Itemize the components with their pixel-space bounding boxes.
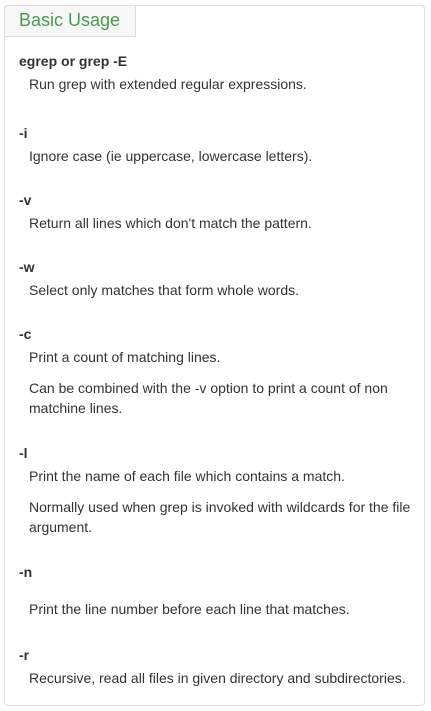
option-description: Return all lines which don't match the p… <box>29 213 312 233</box>
option-item: -w Select only matches that form whole w… <box>19 258 299 300</box>
option-description: Recursive, read all files in given direc… <box>29 668 406 688</box>
option-description-text: Print a count of matching lines. <box>29 349 221 365</box>
option-description-text: Select only matches that form whole word… <box>29 282 300 298</box>
option-description-text: Normally used when grep is invoked with … <box>29 499 411 535</box>
option-name: -i <box>19 125 28 141</box>
option-item: -c Print a count of matching lines. Can … <box>19 325 414 418</box>
option-description-text: Run grep with extended regular expressio… <box>29 76 307 92</box>
basic-usage-panel: Basic Usage egrep or grep -E Run grep wi… <box>4 5 425 706</box>
option-description: Ignore case (ie uppercase, lowercase let… <box>29 146 312 166</box>
option-description-text: Return all lines which don't match the p… <box>29 215 312 231</box>
option-item: -i Ignore case (ie uppercase, lowercase … <box>19 124 312 166</box>
option-description-text: Recursive, read all files in given direc… <box>29 670 406 686</box>
option-description: Run grep with extended regular expressio… <box>29 74 307 94</box>
option-description: Print the name of each file which contai… <box>29 466 414 537</box>
option-description: Print a count of matching lines. Can be … <box>29 347 414 418</box>
option-name: -c <box>19 326 32 342</box>
option-item: -r Recursive, read all files in given di… <box>19 646 406 688</box>
option-name: -v <box>19 192 32 208</box>
option-description-text: Can be combined with the -v option to pr… <box>29 380 388 416</box>
option-description-text: Print the line number before each line t… <box>29 601 350 617</box>
option-name: -w <box>19 259 35 275</box>
option-item: -l Print the name of each file which con… <box>19 444 414 537</box>
option-description-text: Ignore case (ie uppercase, lowercase let… <box>29 148 313 164</box>
option-name: -l <box>19 445 28 461</box>
option-description-text: Print the name of each file which contai… <box>29 468 345 484</box>
option-item: egrep or grep -E Run grep with extended … <box>19 52 307 94</box>
option-item: -n Print the line number before each lin… <box>19 563 350 619</box>
option-name: -r <box>19 647 30 663</box>
tab-basic-usage[interactable]: Basic Usage <box>4 5 137 37</box>
option-name: egrep or grep -E <box>19 53 128 69</box>
option-description: Print the line number before each line t… <box>29 599 350 619</box>
option-name: -n <box>19 564 33 580</box>
option-item: -v Return all lines which don't match th… <box>19 191 312 233</box>
option-description: Select only matches that form whole word… <box>29 280 299 300</box>
